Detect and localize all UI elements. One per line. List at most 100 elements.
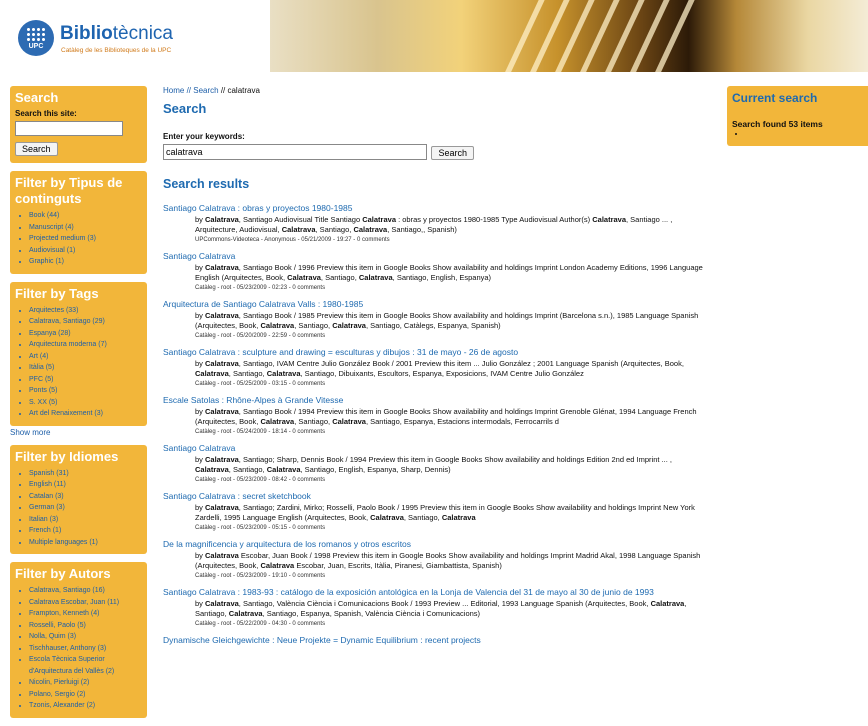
snippet-highlight: Calatrava [205, 599, 239, 608]
result-title-link[interactable]: Santiago Calatrava : sculpture and drawi… [163, 347, 703, 357]
snippet-text: , Santiago Audiovisual Title Santiago [238, 215, 363, 224]
filter-item-link[interactable]: Calatrava, Santiago (29) [29, 316, 142, 328]
snippet-highlight: Calatrava [195, 465, 229, 474]
filter-item-link[interactable]: English (11) [29, 479, 142, 491]
result-meta: Catàleg - root - 05/20/2009 - 22:59 - 0 … [195, 333, 326, 339]
result-meta: UPCommons-Videoteca - Anonymous - 05/21/… [195, 237, 390, 243]
snippet-text: by [195, 311, 206, 320]
filter-item-link[interactable]: Art del Renaixement (3) [29, 408, 142, 420]
filter-item-link[interactable]: Frampton, Kenneth (4) [29, 608, 142, 620]
filter-item-link[interactable]: Book (44) [29, 210, 142, 222]
snippet-highlight: Calatrava [287, 273, 321, 282]
result-title-link[interactable]: De la magnificencia y arquitectura de lo… [163, 539, 703, 549]
filter-item-link[interactable]: Ponts (5) [29, 385, 142, 397]
result-meta: Catàleg - root - 05/23/2009 - 02:23 - 0 … [195, 285, 326, 291]
filter-item-link[interactable]: Audiovisual (1) [29, 245, 142, 257]
filter-item-link[interactable]: Arquitectura moderna (7) [29, 339, 142, 351]
snippet-highlight: Calatrava [260, 417, 295, 426]
search-result: Santiago Calatrava by Calatrava, Santiago… [163, 443, 703, 483]
brand-bold: Biblio [60, 23, 113, 44]
filter-item-link[interactable]: French (1) [29, 525, 142, 537]
result-title-link[interactable]: Dynamische Gleichgewichte : Neue Projekt… [163, 635, 703, 645]
search-block: Search Search this site: Search [10, 86, 147, 163]
current-search-item [746, 129, 866, 138]
filter-item-link[interactable]: Italian (3) [29, 514, 142, 526]
breadcrumb-home[interactable]: Home [163, 86, 184, 95]
filter-item-link[interactable]: Calatrava, Santiago (16) [29, 585, 142, 597]
result-title-link[interactable]: Santiago Calatrava : obras y proyectos 1… [163, 203, 703, 213]
search-site-input[interactable] [15, 121, 123, 136]
filter-block: Filter by Tipus de continguts Book (44)Ma… [10, 171, 147, 274]
snippet-text: , Santiago; Sharp, Dennis Book / 1994 Pr… [238, 455, 672, 464]
filter-item-link[interactable]: Graphic (1) [29, 256, 142, 268]
filter-item-link[interactable]: Espanya (28) [29, 328, 142, 340]
snippet-text: , Santiago, València Ciència i Comunicac… [238, 599, 651, 608]
filter-item-link[interactable]: Itàlia (5) [29, 362, 142, 374]
search-site-button[interactable]: Search [15, 142, 58, 156]
search-result: Dynamische Gleichgewichte : Neue Projekt… [163, 635, 703, 645]
filter-item-link[interactable]: Calatrava Escobar, Juan (11) [29, 597, 142, 609]
result-snippet: by Calatrava, Santiago; Sharp, Dennis Bo… [195, 455, 703, 475]
search-result: Santiago Calatrava : 1983-93 : catálogo … [163, 587, 703, 627]
filter-item-link[interactable]: PFC (5) [29, 374, 142, 386]
result-meta: Catàleg - root - 05/23/2009 - 19:10 - 0 … [195, 573, 326, 579]
filter-item-link[interactable]: German (3) [29, 502, 142, 514]
result-title-link[interactable]: Arquitectura de Santiago Calatrava Valls… [163, 299, 703, 309]
filter-title: Filter by Tipus de continguts [15, 175, 123, 206]
filter-item-link[interactable]: Rosselli, Paolo (5) [29, 620, 142, 632]
filter-item-link[interactable]: Arquitectes (33) [29, 305, 142, 317]
result-title-link[interactable]: Santiago Calatrava : 1983-93 : catálogo … [163, 587, 703, 597]
snippet-text: , Santiago, Dibuixants, Escultors, Espan… [300, 369, 584, 378]
keywords-search-button[interactable]: Search [431, 146, 474, 160]
snippet-highlight: Calatrava [358, 273, 393, 282]
filter-block: Filter by Idiomes Spanish (31)English (11… [10, 444, 147, 554]
filter-list: Calatrava, Santiago (16)Calatrava Escoba… [15, 585, 142, 712]
filter-block: Filter by Tags Arquitectes (33)Calatrava,… [10, 281, 147, 426]
upc-logo[interactable]: UPC [18, 20, 54, 56]
snippet-text: by [195, 551, 206, 560]
snippet-highlight: Calatrava [205, 311, 239, 320]
site-brand[interactable]: Bibliotècnica [60, 23, 173, 45]
keywords-input[interactable] [163, 143, 427, 160]
snippet-highlight: Calatrava [441, 513, 476, 522]
current-search-title: Current search [732, 91, 818, 105]
filter-item-link[interactable]: Multiple languages (1) [29, 537, 142, 549]
result-meta: Catàleg - root - 05/23/2009 - 08:42 - 0 … [195, 477, 326, 483]
left-sidebar: Search Search this site: Search Filter b… [10, 86, 147, 726]
snippet-text: , Santiago, Espanya, Spanish, València C… [262, 609, 481, 618]
snippet-text: by [195, 263, 206, 272]
breadcrumb-search[interactable]: Search [193, 86, 218, 95]
filter-item-link[interactable]: Projected medium (3) [29, 233, 142, 245]
search-site-label: Search this site: [15, 109, 77, 118]
snippet-highlight: Calatrava [205, 455, 239, 464]
result-title-link[interactable]: Santiago Calatrava [163, 443, 703, 453]
snippet-text: : obras y proyectos 1980-1985 Type Audio… [396, 215, 593, 224]
filter-title: Filter by Tags [15, 285, 99, 301]
filter-item-link[interactable]: Tischhauser, Anthony (3) [29, 643, 142, 655]
filter-item-link[interactable]: Spanish (31) [29, 468, 142, 480]
snippet-highlight: Calatrava [260, 321, 295, 330]
snippet-text: , Santiago, [228, 369, 267, 378]
filter-item-link[interactable]: Manuscript (4) [29, 222, 142, 234]
filter-item-link[interactable]: Escola Tècnica Superior d'Arquitectura d… [29, 654, 142, 677]
show-more-link[interactable]: Show more [10, 428, 147, 437]
filter-item-link[interactable]: S. XX (5) [29, 397, 142, 409]
filter-item-link[interactable]: Polano, Sergio (2) [29, 689, 142, 701]
filter-item-link[interactable]: Nolla, Quim (3) [29, 631, 142, 643]
brand-subtitle: Catàleg de les Biblioteques de la UPC [61, 47, 172, 54]
snippet-highlight: Calatrava [266, 369, 301, 378]
filter-item-link[interactable]: Art (4) [29, 351, 142, 363]
result-title-link[interactable]: Santiago Calatrava : secret sketchbook [163, 491, 703, 501]
result-title-link[interactable]: Escale Satolas : Rhône-Alpes à Grande Vi… [163, 395, 703, 405]
filter-item-link[interactable]: Catalan (3) [29, 491, 142, 503]
filter-list: Spanish (31)English (11)Catalan (3)Germa… [15, 468, 142, 549]
filter-item-link[interactable]: Nicolin, Pierluigi (2) [29, 677, 142, 689]
search-found-count: Search found 53 items [732, 119, 823, 129]
current-search-block: Current search Search found 53 items [727, 86, 868, 146]
result-meta: Catàleg - root - 05/24/2009 - 18:14 - 0 … [195, 429, 326, 435]
breadcrumb: Home // Search // calatrava [163, 86, 703, 95]
search-result: Santiago Calatrava by Calatrava, Santiago… [163, 251, 703, 291]
snippet-highlight: Calatrava [592, 215, 627, 224]
result-title-link[interactable]: Santiago Calatrava [163, 251, 703, 261]
page-title: Search [163, 101, 207, 116]
